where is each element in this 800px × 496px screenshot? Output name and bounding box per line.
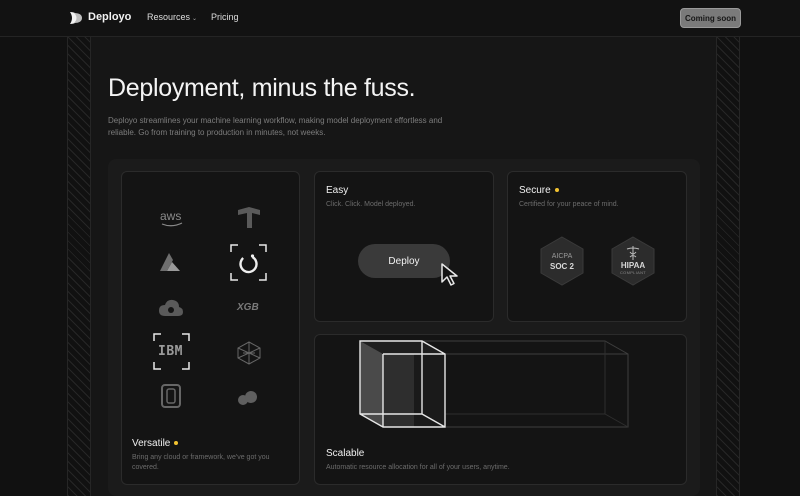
xgboost-icon: XGB — [237, 302, 259, 313]
scroll-icon — [161, 384, 181, 408]
nav-pricing[interactable]: Pricing — [211, 12, 239, 22]
google-cloud-icon — [159, 299, 183, 316]
nav-resources[interactable]: Resources ⌄ — [147, 12, 197, 22]
accent-dot — [174, 441, 179, 446]
versatile-title: Versatile — [132, 438, 179, 449]
secure-title-text: Secure — [519, 185, 551, 196]
tensorflow-icon — [238, 207, 260, 228]
top-nav-bar: Deployo Resources ⌄ Pricing Coming soon — [0, 0, 800, 37]
left-hatch-border — [67, 37, 91, 496]
secure-description: Certified for your peace of mind. — [519, 201, 619, 208]
scaling-boxes-illustration — [359, 340, 629, 428]
scalable-title: Scalable — [326, 448, 365, 459]
chevron-down-icon: ⌄ — [192, 16, 198, 22]
soc2-badge-line1: AICPA — [551, 253, 573, 260]
aws-icon: aws — [159, 208, 185, 228]
hipaa-badge-line2: COMPLIANT — [619, 270, 647, 275]
soc2-badge-line2: SOC 2 — [549, 262, 574, 271]
pytorch-icon — [230, 244, 267, 281]
versatile-title-text: Versatile — [132, 438, 171, 449]
deployo-logo-icon[interactable] — [68, 10, 84, 26]
soc2-badge: AICPA SOC 2 — [539, 236, 585, 286]
hipaa-badge: HIPAA COMPLIANT — [610, 236, 656, 286]
hero-title: Deployment, minus the fuss. — [108, 74, 416, 102]
mouse-cursor-icon — [441, 263, 458, 286]
hipaa-badge-line1: HIPAA — [620, 261, 646, 270]
hero-subtitle: Deployo streamlines your machine learnin… — [108, 116, 443, 137]
right-hatch-border — [716, 37, 740, 496]
coming-soon-button[interactable]: Coming soon — [680, 8, 741, 28]
versatile-description: Bring any cloud or framework, we've got … — [132, 454, 270, 471]
cloud-blob-icon — [238, 391, 257, 405]
secure-title: Secure — [519, 185, 559, 196]
azure-icon — [160, 253, 180, 271]
network-icon — [237, 341, 261, 365]
scalable-description: Automatic resource allocation for all of… — [326, 464, 510, 471]
ibm-logo-text: IBM — [158, 344, 183, 359]
nav-resources-label: Resources — [147, 12, 191, 22]
easy-description: Click. Click. Model deployed. — [326, 201, 416, 208]
deploy-button[interactable]: Deploy — [358, 244, 450, 278]
ibm-icon: IBM — [153, 333, 190, 370]
easy-title: Easy — [326, 185, 349, 196]
brand-name[interactable]: Deployo — [88, 11, 131, 23]
accent-dot — [554, 188, 559, 193]
